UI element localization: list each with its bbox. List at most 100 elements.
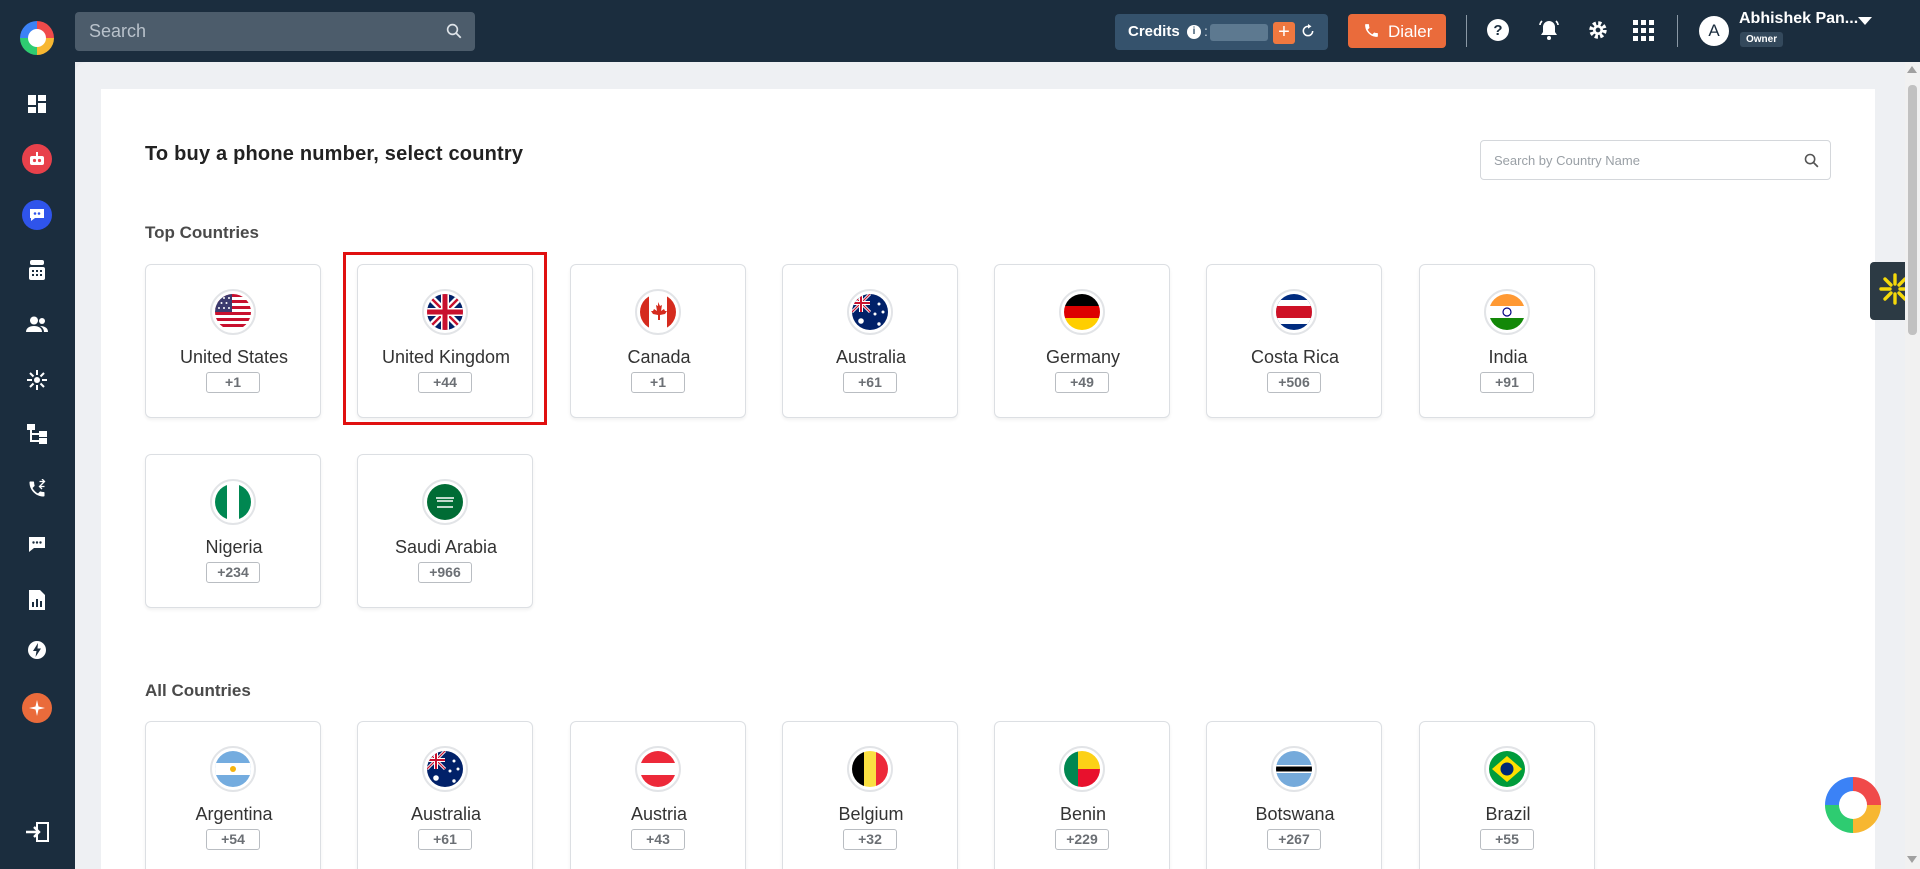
reports-icon[interactable] (20, 583, 54, 617)
country-name: United Kingdom (381, 347, 511, 367)
country-card-nigeria[interactable]: Nigeria +234 (145, 454, 321, 608)
country-name: Germany (1045, 347, 1121, 367)
country-card-costa-rica[interactable]: Costa Rica +506 (1206, 264, 1382, 418)
workflow-icon[interactable] (20, 417, 54, 451)
dial-code: +61 (843, 372, 897, 393)
country-name: Belgium (838, 804, 904, 824)
apps-grid-icon[interactable] (1633, 20, 1655, 47)
svg-text:?: ? (1493, 22, 1502, 39)
phone-system-icon[interactable] (20, 253, 54, 287)
country-name: Canada (627, 347, 691, 367)
top-bar: Credits i : + Dialer ? A Abhishek Pan...… (0, 0, 1920, 62)
avatar[interactable]: A (1699, 16, 1729, 46)
country-card-united-states[interactable]: United States +1 (145, 264, 321, 418)
country-search (1480, 140, 1831, 180)
country-card-argentina[interactable]: Argentina +54 (145, 721, 321, 869)
country-card-brazil[interactable]: Brazil +55 (1419, 721, 1595, 869)
contacts-icon[interactable] (20, 307, 54, 341)
dial-code: +1 (206, 372, 260, 393)
benin-flag-icon (1059, 746, 1105, 792)
ai-sparkle-icon[interactable] (20, 691, 54, 725)
call-logs-icon[interactable] (20, 472, 54, 506)
dial-code: +1 (631, 372, 685, 393)
country-card-united-kingdom[interactable]: United Kingdom +44 (357, 264, 533, 418)
country-card-australia[interactable]: Australia +61 (357, 721, 533, 869)
dial-code: +44 (418, 372, 472, 393)
country-name: United States (179, 347, 289, 367)
logout-icon[interactable] (20, 815, 54, 849)
country-name: Austria (630, 804, 688, 824)
integrations-icon[interactable] (20, 363, 54, 397)
messages-icon[interactable] (20, 527, 54, 561)
scroll-down-arrow-icon[interactable] (1907, 856, 1917, 863)
dialer-button[interactable]: Dialer (1348, 14, 1446, 48)
country-name: Botswana (1255, 804, 1335, 824)
country-card-benin[interactable]: Benin +229 (994, 721, 1170, 869)
country-card-saudi-arabia[interactable]: Saudi Arabia +966 (357, 454, 533, 608)
bell-icon[interactable] (1537, 18, 1561, 47)
sidebar (0, 62, 75, 869)
dial-code: +234 (206, 562, 260, 583)
country-name: Australia (410, 804, 482, 824)
dial-code: +43 (631, 829, 685, 850)
botswana-flag-icon (1271, 746, 1317, 792)
app-logo[interactable] (20, 21, 54, 55)
dial-code: +229 (1055, 829, 1109, 850)
country-search-input[interactable] (1494, 141, 1794, 179)
credits-label: Credits (1128, 23, 1180, 40)
argentina-flag-icon (210, 746, 256, 792)
dialer-label: Dialer (1388, 22, 1433, 41)
chat-widget-icon[interactable] (1825, 777, 1881, 833)
dial-code: +61 (418, 829, 472, 850)
country-card-botswana[interactable]: Botswana +267 (1206, 721, 1382, 869)
dial-code: +267 (1267, 829, 1321, 850)
country-name: Australia (835, 347, 907, 367)
dashboard-icon[interactable] (20, 87, 54, 121)
dial-code: +91 (1480, 372, 1534, 393)
help-icon[interactable]: ? (1486, 18, 1510, 47)
global-search (75, 12, 475, 51)
us-flag-icon (210, 289, 256, 335)
top-countries-heading: Top Countries (145, 223, 259, 242)
info-icon[interactable]: i (1187, 25, 1201, 39)
chat-bot-icon[interactable] (20, 198, 54, 232)
phone-icon (1363, 22, 1380, 44)
scrollbar-thumb[interactable] (1908, 85, 1917, 335)
divider (1677, 15, 1678, 47)
refresh-icon[interactable] (1301, 23, 1315, 43)
dial-code: +55 (1480, 829, 1534, 850)
country-card-australia[interactable]: Australia +61 (782, 264, 958, 418)
dial-code: +966 (418, 562, 472, 583)
bot-icon[interactable] (20, 142, 54, 176)
india-flag-icon (1484, 289, 1530, 335)
dial-code: +32 (843, 829, 897, 850)
country-card-austria[interactable]: Austria +43 (570, 721, 746, 869)
divider (1466, 15, 1467, 47)
chevron-down-icon[interactable] (1858, 14, 1872, 32)
dial-code: +506 (1267, 372, 1321, 393)
search-icon[interactable] (445, 22, 463, 45)
country-card-india[interactable]: India +91 (1419, 264, 1595, 418)
add-credits-button[interactable]: + (1273, 22, 1295, 44)
credits-value (1210, 24, 1268, 41)
search-icon[interactable] (1803, 152, 1820, 174)
country-name: Benin (1059, 804, 1107, 824)
credits-colon: : (1204, 23, 1208, 39)
country-name: Nigeria (205, 537, 263, 557)
country-card-canada[interactable]: Canada +1 (570, 264, 746, 418)
canada-flag-icon (635, 289, 681, 335)
scroll-up-arrow-icon[interactable] (1907, 66, 1917, 73)
all-countries-heading: All Countries (145, 681, 251, 700)
nigeria-flag-icon (210, 479, 256, 525)
user-name[interactable]: Abhishek Pan... (1739, 10, 1858, 28)
belgium-flag-icon (847, 746, 893, 792)
country-card-germany[interactable]: Germany +49 (994, 264, 1170, 418)
australia-flag-icon (847, 289, 893, 335)
global-search-input[interactable] (89, 12, 429, 51)
dial-code: +54 (206, 829, 260, 850)
uk-flag-icon (422, 289, 468, 335)
brazil-flag-icon (1484, 746, 1530, 792)
gear-icon[interactable] (1587, 19, 1609, 46)
country-card-belgium[interactable]: Belgium +32 (782, 721, 958, 869)
power-icon[interactable] (20, 633, 54, 667)
